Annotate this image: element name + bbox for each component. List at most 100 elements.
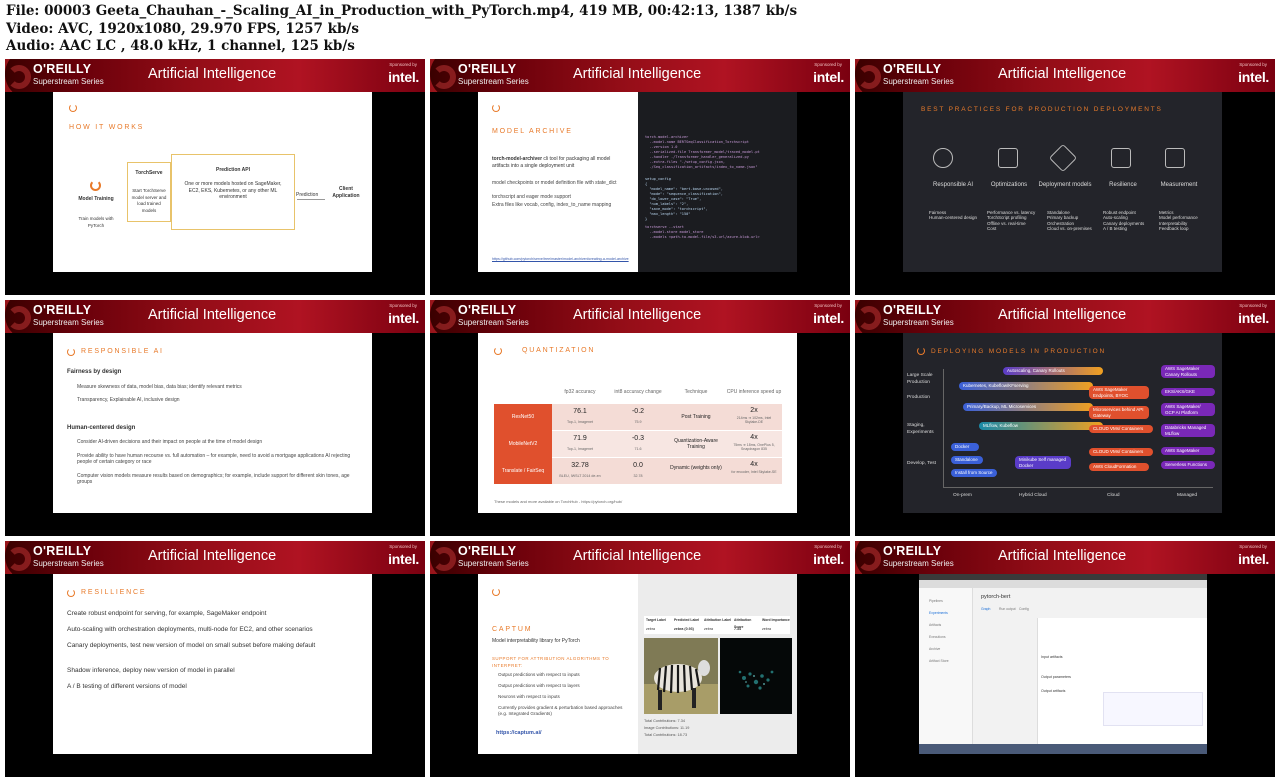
video-info: Video: AVC, 1920x1080, 29.970 FPS, 1257 … (6, 20, 359, 37)
banner-title: Artificial Intelligence (573, 548, 702, 564)
captum-stat: Total Contributions: 18.73 (644, 733, 688, 737)
oreilly-swirl-inner (857, 547, 881, 571)
chart-icon (1111, 148, 1131, 168)
table-cell: zebra (762, 627, 771, 631)
bar-kubernetes: Kubernetes, Kubeflow/KFserving (959, 382, 1093, 390)
hand-icon (933, 148, 953, 168)
captum-bullet: Output predictions with respect to input… (498, 672, 580, 677)
sidebar-item[interactable]: Artifacts (929, 622, 941, 629)
banner: O'REILLY Superstream Series Artificial Int… (430, 300, 850, 333)
quant-footer[interactable]: These models and more available on Torch… (494, 499, 622, 506)
cloud-box: AWS CloudFormation (1089, 463, 1149, 471)
oreilly-logo: O'REILLY (458, 62, 517, 76)
resp-bullet: Provide ability to have human recourse v… (77, 453, 351, 465)
thumbnail-how-it-works[interactable]: O'REILLY Superstream Series Artificial Int… (5, 59, 425, 295)
series-label: Superstream Series (458, 318, 529, 327)
slide-title: MODEL ARCHIVE (492, 128, 573, 135)
attribution-heatmap (720, 638, 792, 714)
oreilly-logo: O'REILLY (33, 62, 92, 76)
y-label: Staging, Experiments (907, 423, 934, 435)
resilience-item: Create robust endpoint for serving, for … (67, 610, 267, 617)
table-cell: zebra (704, 627, 713, 631)
section-label: Output artifacts (1041, 689, 1066, 693)
tab-run-output[interactable]: Run output (999, 606, 1016, 613)
resilience-item: Auto-scaling with orchestration deployme… (67, 626, 313, 633)
sponsor-label: Sponsored by (814, 62, 842, 67)
section-heading: Human-centered design (67, 425, 136, 431)
thumbnail-captum[interactable]: O'REILLY Superstream Series Artificial Int… (430, 541, 850, 777)
int8-change: 0.0 (633, 462, 643, 469)
managed-box: Serverless Functions (1161, 461, 1215, 469)
oreilly-swirl-inner (432, 306, 456, 330)
captum-bullet: Output predictions with respect to layer… (498, 683, 580, 688)
column-header: CPU inference speed up (726, 389, 782, 395)
banner: O'REILLY Superstream Series Artificial Int… (5, 300, 425, 333)
sponsor-label: Sponsored by (389, 303, 417, 308)
banner-title: Artificial Intelligence (148, 66, 277, 82)
archive-intro: torch-model-archiver cli tool for packag… (492, 156, 626, 169)
sidebar-item[interactable]: Executions (929, 634, 946, 641)
series-label: Superstream Series (458, 77, 529, 86)
oreilly-logo: O'REILLY (883, 544, 942, 558)
pytorch-logo-icon (67, 348, 75, 356)
resilience-item: Shadow inference, deploy new version of … (67, 667, 235, 674)
sidebar-item[interactable]: Artifact Store (929, 658, 949, 665)
slide-title: DEPLOYING MODELS IN PRODUCTION (931, 348, 1106, 355)
archiver-name: torch-model-archiver (492, 156, 543, 162)
table-cell: 7.34 (734, 627, 741, 631)
resp-bullet: Consider AI-driven decisions and their i… (77, 439, 263, 445)
slide: DEPLOYING MODELS IN PRODUCTION Large Sca… (903, 333, 1222, 513)
microscope-icon (998, 148, 1018, 168)
tab-graph[interactable]: Graph (981, 606, 990, 613)
sidebar-item[interactable]: Pipelines (929, 598, 943, 605)
thumbnail-deploying-models[interactable]: O'REILLY Superstream Series Artificial Int… (855, 300, 1275, 536)
thumbnail-quantization[interactable]: O'REILLY Superstream Series Artificial Int… (430, 300, 850, 536)
tab-config[interactable]: Config (1019, 606, 1029, 613)
sidebar-item[interactable]: Experiments (929, 610, 948, 617)
captum-link[interactable]: https://captum.ai/ (496, 730, 542, 737)
model-name: Translate / FairSeq (501, 468, 545, 474)
pytorch-logo-icon (69, 104, 77, 112)
series-label: Superstream Series (33, 559, 104, 568)
practice-desc: Robust endpoint Auto-scaling Canary depl… (1103, 210, 1145, 232)
practice-name: Optimizations (990, 182, 1028, 188)
sidebar-item[interactable]: Archive (929, 646, 940, 653)
fp32-sub: Top-1, Imagenet (567, 420, 593, 424)
thumbnail-model-archive[interactable]: O'REILLY Superstream Series Artificial Int… (430, 59, 850, 295)
fp32-value: 32.78 (571, 462, 589, 469)
pytorch-logo-icon (492, 104, 500, 112)
banner: O'REILLY Superstream Series Artificial Int… (855, 59, 1275, 92)
slide: Pipelines Experiments Artifacts Executio… (919, 574, 1207, 754)
thumbnail-resilience[interactable]: O'REILLY Superstream Series Artificial Int… (5, 541, 425, 777)
int8-sub: 75.9 (634, 420, 642, 424)
sponsor-label: Sponsored by (1239, 544, 1267, 549)
thumbnail-responsible-ai[interactable]: O'REILLY Superstream Series Artificial Int… (5, 300, 425, 536)
archive-link[interactable]: https://github.com/pytorch/serve/tree/ma… (492, 256, 636, 263)
intel-logo: intel. (813, 69, 844, 85)
sponsor-label: Sponsored by (389, 62, 417, 67)
table-header: Target Label (646, 618, 666, 622)
thumbnail-pipelines-ui[interactable]: O'REILLY Superstream Series Artificial Int… (855, 541, 1275, 777)
cloud-box: Microservices behind API Gateway (1089, 406, 1149, 419)
banner-title: Artificial Intelligence (998, 66, 1127, 82)
network-icon (1048, 143, 1078, 173)
column-header: fp32 accuracy (564, 389, 596, 395)
oreilly-logo: O'REILLY (33, 303, 92, 317)
pytorch-logo-icon (917, 347, 925, 355)
oreilly-logo: O'REILLY (883, 303, 942, 317)
managed-box: AWS SageMaker (1161, 447, 1215, 455)
thumbnail-best-practices[interactable]: O'REILLY Superstream Series Artificial Int… (855, 59, 1275, 295)
prediction-api-sub: One or more models hosted on SageMaker, … (184, 181, 282, 200)
slide-title: RESPONSIBLE AI (81, 348, 164, 355)
client-label: Client Application (332, 186, 360, 199)
slide: RESPONSIBLE AI Fairness by design Measur… (53, 333, 372, 513)
bar-autoscaling: Autoscaling, Canary Rollouts (1003, 367, 1103, 375)
breadcrumb: pytorch-bert (981, 594, 1011, 600)
local-box: Install from Source (951, 469, 997, 477)
torchserve-sub: Start TorchServe model server and load t… (131, 188, 167, 213)
prediction-api-label: Prediction API (216, 167, 250, 173)
model-name: MobileNetV2 (508, 441, 538, 447)
practice-desc: Fairness Human-centered design (929, 210, 978, 221)
intel-logo: intel. (1238, 69, 1269, 85)
banner: O'REILLY Superstream Series Artificial Int… (855, 541, 1275, 574)
